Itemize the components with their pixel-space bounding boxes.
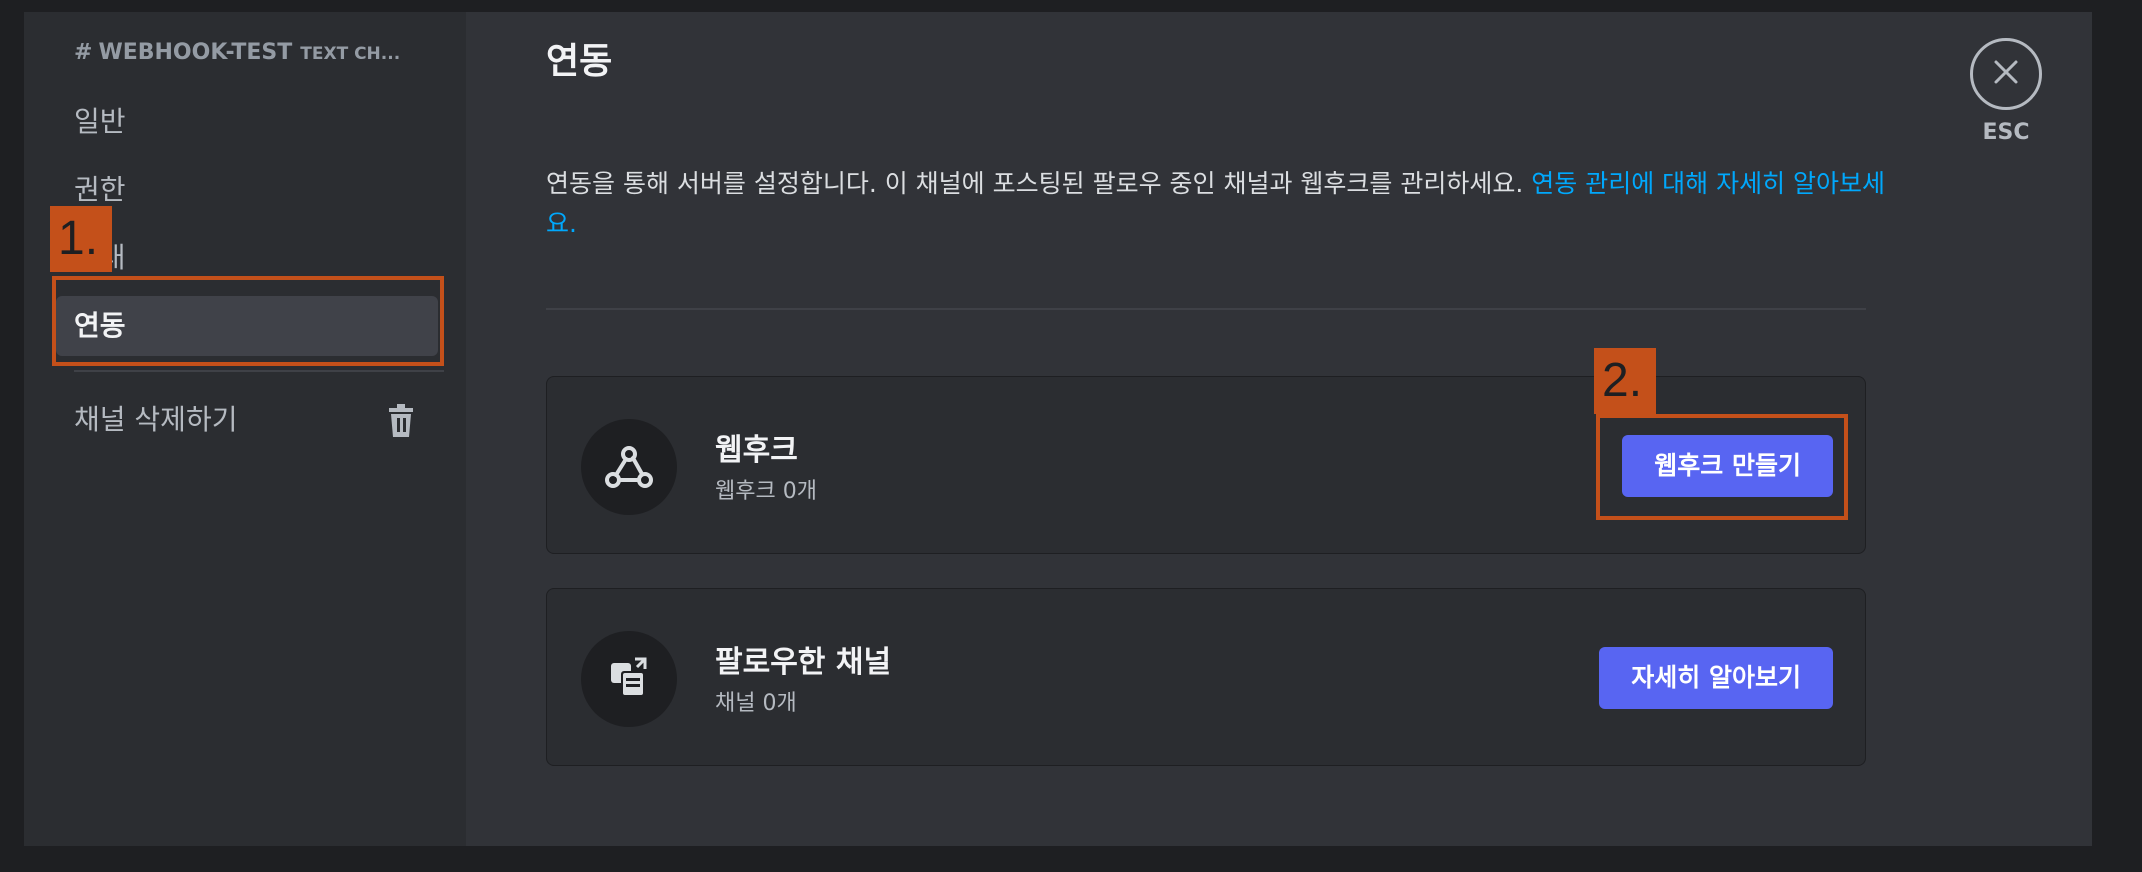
- close-icon: [1992, 58, 2020, 90]
- followed-channels-count: 채널 0개: [715, 691, 797, 716]
- sidebar-divider: [74, 370, 444, 372]
- sidebar-item-label: 일반: [74, 105, 126, 138]
- sidebar-item-label: 권한: [74, 173, 126, 206]
- delete-channel-label: 채널 삭제하기: [74, 403, 238, 436]
- settings-sidebar: #WEBHOOK-TESTTEXT CH... 일반 권한 초대 연동 채널 삭…: [24, 12, 466, 846]
- followed-channels-title: 팔로우한 채널: [715, 645, 892, 680]
- sidebar-item-permissions[interactable]: 권한: [56, 160, 438, 220]
- annotation-tag-1: 1.: [50, 206, 112, 272]
- integrations-description: 연동을 통해 서버를 설정합니다. 이 채널에 포스팅된 팔로우 중인 채널과 …: [546, 164, 1886, 244]
- annotation-box-2: [1596, 414, 1848, 520]
- annotation-tag-2: 2.: [1594, 348, 1656, 414]
- hash-icon: #: [74, 40, 93, 65]
- page-title: 연동: [546, 41, 613, 82]
- channel-name: WEBHOOK-TEST: [98, 40, 293, 65]
- webhooks-title: 웹후크: [715, 433, 798, 468]
- annotation-box-1: [52, 276, 444, 366]
- close-control: ESC: [1946, 38, 2066, 145]
- followed-channels-card: 팔로우한 채널 채널 0개 자세히 알아보기: [546, 588, 1866, 766]
- sidebar-item-general[interactable]: 일반: [56, 92, 438, 152]
- channel-subtitle: TEXT CH...: [300, 44, 401, 64]
- webhooks-count: 웹후크 0개: [715, 479, 817, 504]
- close-button[interactable]: [1970, 38, 2042, 110]
- content-divider: [546, 308, 1866, 310]
- channel-header: # WEBHOOK-TEST TEXT CH...: [74, 40, 434, 70]
- learn-more-button[interactable]: 자세히 알아보기: [1599, 647, 1833, 709]
- esc-label: ESC: [1982, 120, 2030, 145]
- webhook-icon: [581, 419, 677, 515]
- followed-channel-icon: [581, 631, 677, 727]
- trash-icon: [386, 404, 416, 438]
- delete-channel-button[interactable]: 채널 삭제하기: [56, 390, 438, 450]
- description-text: 연동을 통해 서버를 설정합니다. 이 채널에 포스팅된 팔로우 중인 채널과 …: [546, 169, 1532, 198]
